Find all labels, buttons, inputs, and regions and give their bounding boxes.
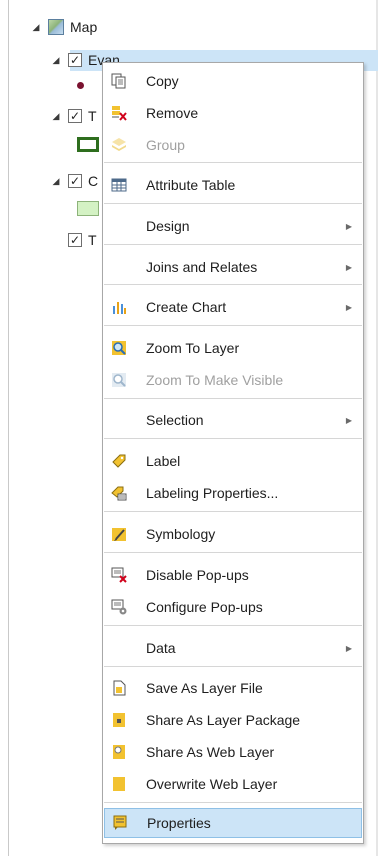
menu-item-overwrite-web-layer[interactable]: Overwrite Web Layer xyxy=(104,769,362,799)
menu-item-save-as-layer-file[interactable]: Save As Layer File xyxy=(104,673,362,703)
tree-item-layer-2[interactable]: ◢ ✓ T xyxy=(50,105,97,127)
map-icon xyxy=(48,19,64,35)
tree-label-layer: C xyxy=(88,173,99,189)
menu-separator xyxy=(104,511,362,512)
layer-context-menu: Copy Remove Group Attribute Table Design… xyxy=(102,62,364,844)
layer-visibility-checkbox[interactable]: ✓ xyxy=(68,109,82,123)
menu-item-copy[interactable]: Copy xyxy=(104,66,362,96)
menu-item-label[interactable]: Label xyxy=(104,446,362,476)
menu-item-attribute-table[interactable]: Attribute Table xyxy=(104,170,362,200)
expand-icon[interactable]: ◢ xyxy=(30,22,42,33)
menu-separator xyxy=(104,552,362,553)
overwrite-web-layer-icon xyxy=(108,773,130,795)
properties-icon xyxy=(109,812,131,834)
menu-item-design[interactable]: Design ▶ xyxy=(104,211,362,241)
tree-item-layer-3[interactable]: ◢ ✓ C xyxy=(50,170,99,192)
zoom-to-layer-icon xyxy=(108,337,130,359)
expand-icon[interactable]: ◢ xyxy=(50,176,62,187)
submenu-arrow-icon: ▶ xyxy=(345,221,352,231)
submenu-arrow-icon: ▶ xyxy=(345,262,352,272)
polygon-fill-symbol-icon xyxy=(77,201,99,216)
menu-item-zoom-to-make-visible[interactable]: Zoom To Make Visible xyxy=(104,365,362,395)
menu-separator xyxy=(104,398,362,399)
label-icon xyxy=(108,450,130,472)
menu-item-joins-and-relates[interactable]: Joins and Relates ▶ xyxy=(104,252,362,282)
menu-separator xyxy=(104,802,362,803)
menu-item-share-as-web-layer[interactable]: Share As Web Layer xyxy=(104,737,362,767)
symbology-icon xyxy=(108,523,130,545)
menu-separator xyxy=(104,438,362,439)
menu-separator xyxy=(104,625,362,626)
menu-item-labeling-properties[interactable]: Labeling Properties... xyxy=(104,478,362,508)
table-icon xyxy=(108,174,130,196)
menu-item-remove[interactable]: Remove xyxy=(104,98,362,128)
menu-item-zoom-to-layer[interactable]: Zoom To Layer xyxy=(104,333,362,363)
submenu-arrow-icon: ▶ xyxy=(345,302,352,312)
expand-icon[interactable]: ◢ xyxy=(50,111,62,122)
zoom-to-make-visible-icon xyxy=(108,369,130,391)
group-icon xyxy=(108,134,130,156)
menu-item-selection[interactable]: Selection ▶ xyxy=(104,405,362,435)
point-symbol-icon xyxy=(77,82,84,89)
tree-label-map: Map xyxy=(70,19,98,35)
menu-item-disable-popups[interactable]: Disable Pop-ups xyxy=(104,560,362,590)
menu-separator xyxy=(104,203,362,204)
tree-label-layer: T xyxy=(88,232,97,248)
chart-icon xyxy=(108,296,130,318)
layer-visibility-checkbox[interactable]: ✓ xyxy=(68,53,82,67)
disable-popups-icon xyxy=(108,564,130,586)
copy-icon xyxy=(108,70,130,92)
pane-left-border xyxy=(8,0,9,856)
tree-item-map[interactable]: ◢ Map xyxy=(30,16,97,38)
layer-visibility-checkbox[interactable]: ✓ xyxy=(68,233,82,247)
menu-item-properties[interactable]: Properties xyxy=(104,808,362,838)
tree-label-layer: T xyxy=(88,108,97,124)
menu-item-configure-popups[interactable]: Configure Pop-ups xyxy=(104,592,362,622)
layer-file-icon xyxy=(108,677,130,699)
menu-separator xyxy=(104,162,362,163)
menu-separator xyxy=(104,244,362,245)
layer-visibility-checkbox[interactable]: ✓ xyxy=(68,174,82,188)
menu-separator xyxy=(104,325,362,326)
menu-item-data[interactable]: Data ▶ xyxy=(104,633,362,663)
submenu-arrow-icon: ▶ xyxy=(345,643,352,653)
menu-item-group[interactable]: Group xyxy=(104,130,362,160)
menu-separator xyxy=(104,666,362,667)
tree-item-layer-4[interactable]: ✓ T xyxy=(62,229,97,251)
submenu-arrow-icon: ▶ xyxy=(345,415,352,425)
labeling-properties-icon xyxy=(108,482,130,504)
web-layer-icon xyxy=(108,741,130,763)
menu-item-share-as-layer-package[interactable]: Share As Layer Package xyxy=(104,705,362,735)
menu-item-symbology[interactable]: Symbology xyxy=(104,519,362,549)
layer-package-icon xyxy=(108,709,130,731)
menu-separator xyxy=(104,284,362,285)
expand-icon[interactable]: ◢ xyxy=(50,55,62,66)
remove-icon xyxy=(108,102,130,124)
menu-item-create-chart[interactable]: Create Chart ▶ xyxy=(104,292,362,322)
configure-popups-icon xyxy=(108,596,130,618)
polygon-outline-symbol-icon xyxy=(77,137,99,152)
